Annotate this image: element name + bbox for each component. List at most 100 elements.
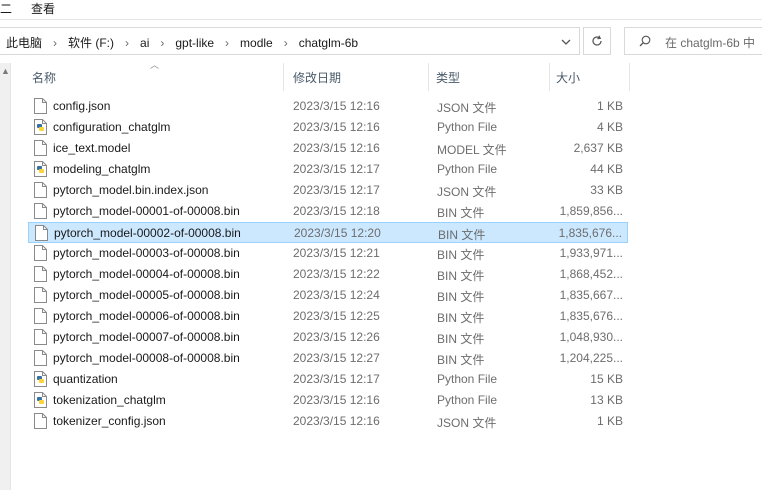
python-file-icon [34,392,47,408]
column-header-type[interactable]: 类型 [436,69,460,86]
file-size: 1,835,667... [559,288,623,302]
file-name: pytorch_model-00007-of-00008.bin [53,330,240,344]
file-row[interactable]: ice_text.model 2023/3/15 12:16 MODEL 文件 2,6… [28,138,628,159]
file-modified-date: 2023/3/15 12:25 [293,309,380,323]
column-divider[interactable] [629,63,630,91]
file-row[interactable]: modeling_chatglm 2023/3/15 12:17 Python Fi… [28,159,628,180]
file-name: pytorch_model-00006-of-00008.bin [53,309,240,323]
file-size: 1 KB [596,99,623,113]
column-divider[interactable] [428,63,429,91]
file-size: 1 KB [596,414,623,428]
column-header-size[interactable]: 大小 [556,69,580,86]
file-type: BIN 文件 [438,228,486,242]
menu-item-view[interactable]: 查看 [31,0,55,17]
file-name: pytorch_model-00001-of-00008.bin [53,204,240,218]
breadcrumb-separator-icon[interactable]: › [216,36,238,50]
file-name: configuration_chatglm [53,120,171,134]
file-modified-date: 2023/3/15 12:17 [293,162,380,176]
navigation-pane-scrollbar[interactable]: ▲ [0,63,11,490]
file-size: 33 KB [590,183,623,197]
file-icon [34,287,47,303]
file-row[interactable]: config.json 2023/3/15 12:16 JSON 文件 1 KB [28,96,628,117]
file-size: 44 KB [590,162,623,176]
address-history-dropdown[interactable] [553,30,579,54]
file-modified-date: 2023/3/15 12:26 [293,330,380,344]
breadcrumb-item[interactable]: chatglm-6b [297,36,360,50]
file-name: tokenization_chatglm [53,393,166,407]
file-modified-date: 2023/3/15 12:27 [293,351,380,365]
file-icon [34,413,47,429]
breadcrumb: 此电脑 › 软件 (F:) › ai › gpt-like › modle › chatglm-6b [4,34,360,51]
column-header: 名称 ︿ 修改日期 类型 大小 [22,60,632,91]
file-modified-date: 2023/3/15 12:17 [293,372,380,386]
column-divider[interactable] [283,63,284,91]
file-size: 1,835,676... [558,226,622,240]
column-divider[interactable] [549,63,550,91]
file-icon [34,182,47,198]
search-input[interactable]: 在 chatglm-6b 中 [624,27,762,55]
file-size: 1,048,930... [559,330,623,344]
file-type: JSON 文件 [437,416,497,430]
column-header-name[interactable]: 名称 [32,69,56,86]
refresh-icon [592,35,602,46]
breadcrumb-item[interactable]: 软件 (F:) [66,34,116,51]
file-name: tokenizer_config.json [53,414,166,428]
address-bar-row: 此电脑 › 软件 (F:) › ai › gpt-like › modle › chatglm-6b… [0,25,762,57]
file-row[interactable]: pytorch_model-00006-of-00008.bin 2023/3/1… [28,306,628,327]
file-modified-date: 2023/3/15 12:16 [293,99,380,113]
breadcrumb-separator-icon[interactable]: › [116,36,138,50]
file-row[interactable]: configuration_chatglm 2023/3/15 12:16 Pyth… [28,117,628,138]
breadcrumb-item[interactable]: ai [138,36,151,50]
scroll-up-icon[interactable]: ▲ [1,66,10,76]
breadcrumb-separator-icon[interactable]: › [151,36,173,50]
python-file-icon [34,119,47,135]
file-type: BIN 文件 [437,206,485,220]
file-size: 1,859,856... [559,204,623,218]
breadcrumb-item[interactable]: 此电脑 [4,34,44,51]
breadcrumb-separator-icon[interactable]: › [44,36,66,50]
search-icon [639,35,651,47]
python-file-icon [34,161,47,177]
breadcrumb-item[interactable]: modle [238,36,275,50]
file-row[interactable]: pytorch_model.bin.index.json 2023/3/15 12… [28,180,628,201]
file-modified-date: 2023/3/15 12:16 [293,393,380,407]
refresh-button[interactable] [583,27,611,55]
file-size: 1,933,971... [559,246,623,260]
sort-ascending-icon: ︿ [150,60,160,70]
file-row[interactable]: pytorch_model-00001-of-00008.bin 2023/3/1… [28,201,628,222]
file-row[interactable]: pytorch_model-00008-of-00008.bin 2023/3/1… [28,348,628,369]
column-header-modified[interactable]: 修改日期 [293,69,341,86]
file-name: pytorch_model-00008-of-00008.bin [53,351,240,365]
menu-item-partial[interactable]: 二 [0,0,12,17]
file-modified-date: 2023/3/15 12:16 [293,120,380,134]
file-row[interactable]: pytorch_model-00003-of-00008.bin 2023/3/1… [28,243,628,264]
file-icon [35,225,48,241]
file-modified-date: 2023/3/15 12:21 [293,246,380,260]
file-row[interactable]: pytorch_model-00005-of-00008.bin 2023/3/1… [28,285,628,306]
python-file-icon [34,371,47,387]
file-name: pytorch_model-00004-of-00008.bin [53,267,240,281]
chevron-down-icon [561,39,571,45]
file-row[interactable]: quantization 2023/3/15 12:17 Python File 15… [28,369,628,390]
file-row[interactable]: tokenizer_config.json 2023/3/15 12:16 JSON… [28,411,628,432]
file-list: config.json 2023/3/15 12:16 JSON 文件 1 KB con… [28,96,628,432]
file-modified-date: 2023/3/15 12:16 [293,141,380,155]
ribbon-menu: 二 查看 [0,0,762,20]
file-icon [34,266,47,282]
file-modified-date: 2023/3/15 12:17 [293,183,380,197]
file-row[interactable]: pytorch_model-00007-of-00008.bin 2023/3/1… [28,327,628,348]
file-row[interactable]: tokenization_chatglm 2023/3/15 12:16 Pytho… [28,390,628,411]
file-row[interactable]: pytorch_model-00004-of-00008.bin 2023/3/1… [28,264,628,285]
file-type: BIN 文件 [437,269,485,283]
address-bar[interactable]: 此电脑 › 软件 (F:) › ai › gpt-like › modle › chatglm-6b [0,27,580,55]
file-name: quantization [53,372,118,386]
file-type: Python File [437,120,498,134]
file-row[interactable]: pytorch_model-00002-of-00008.bin 2023/3/1… [28,222,628,243]
file-type: BIN 文件 [437,311,485,325]
breadcrumb-item[interactable]: gpt-like [173,36,216,50]
file-size: 4 KB [596,120,623,134]
file-modified-date: 2023/3/15 12:24 [293,288,380,302]
file-name: modeling_chatglm [53,162,151,176]
breadcrumb-separator-icon[interactable]: › [275,36,297,50]
file-modified-date: 2023/3/15 12:22 [293,267,380,281]
